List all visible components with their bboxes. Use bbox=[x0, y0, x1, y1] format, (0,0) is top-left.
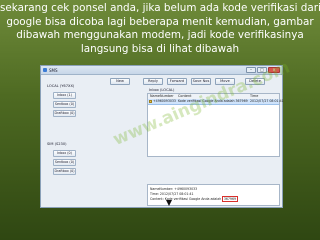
sidebar-item-sim-draftbox[interactable]: Draftbox (0) bbox=[53, 168, 76, 175]
caption-line-4: langsung bisa di lihat dibawah bbox=[80, 42, 240, 55]
save-nos-button[interactable]: Save Nos bbox=[191, 78, 211, 85]
detail-time: Time: 2012/07/27 08:01:41 bbox=[150, 192, 194, 196]
sidebar-item-local-draftbox[interactable]: Draftbox (0) bbox=[53, 110, 76, 117]
row-time: 2012/07/27 08:01:41 bbox=[250, 99, 284, 103]
local-section-label: LOCAL (Y67XX) bbox=[47, 84, 75, 88]
sidebar-item-sim-inbox[interactable]: Inbox (0) bbox=[53, 150, 76, 157]
row-number: +4960093033 bbox=[153, 99, 176, 103]
caption-line-2: google bisa dicoba lagi beberapa menit k… bbox=[6, 15, 314, 28]
reply-button[interactable]: Reply bbox=[143, 78, 163, 85]
inbox-label: Inbox (LOCAL) bbox=[149, 88, 175, 92]
window-title: SMS bbox=[49, 67, 58, 73]
detail-content-text: Content: Kode verifikasi Google Anda ada… bbox=[150, 197, 223, 201]
mouse-cursor-icon bbox=[166, 200, 172, 206]
sidebar-item-sim-sentbox[interactable]: Sentbox (0) bbox=[53, 159, 76, 166]
sidebar: LOCAL (Y67XX) Inbox (1) Sentbox (0) Draf… bbox=[45, 77, 83, 203]
instruction-caption: sekarang cek ponsel anda, jika belum ada… bbox=[0, 2, 320, 56]
sidebar-item-local-sentbox[interactable]: Sentbox (0) bbox=[53, 101, 76, 108]
new-button[interactable]: New bbox=[110, 78, 130, 85]
caption-line-1: sekarang cek ponsel anda, jika belum ada… bbox=[0, 2, 320, 14]
sim-section-label: SIM (S230) bbox=[47, 142, 67, 146]
sidebar-item-local-inbox[interactable]: Inbox (1) bbox=[53, 92, 76, 99]
forward-button[interactable]: Forward bbox=[167, 78, 187, 85]
app-icon bbox=[43, 68, 47, 72]
verification-code: 367969 bbox=[222, 196, 238, 202]
envelope-icon bbox=[149, 100, 152, 103]
detail-content: Content: Kode verifikasi Google Anda ada… bbox=[150, 196, 238, 202]
caption-line-3: dibawah menggunakan modem, jadi kode ver… bbox=[16, 29, 304, 42]
detail-number: NameNumber: +4960093033 bbox=[150, 187, 198, 191]
